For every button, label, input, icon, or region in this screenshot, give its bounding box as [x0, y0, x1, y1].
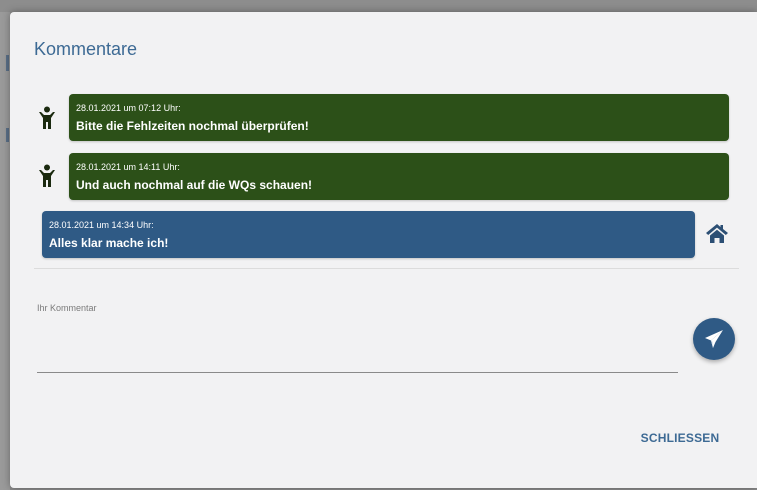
send-button[interactable] — [693, 318, 735, 360]
comment-input[interactable] — [37, 317, 678, 373]
home-icon — [705, 222, 729, 244]
message-text: Alles klar mache ich! — [49, 236, 169, 250]
person-icon — [37, 106, 57, 130]
message-timestamp: 28.01.2021 um 07:12 Uhr: — [76, 103, 181, 113]
message-timestamp: 28.01.2021 um 14:34 Uhr: — [49, 220, 154, 230]
message-text: Bitte die Fehlzeiten nochmal überprüfen! — [76, 119, 309, 133]
background-fragment — [6, 55, 9, 71]
person-icon — [37, 164, 57, 188]
paper-plane-icon — [705, 330, 723, 348]
message-text: Und auch nochmal auf die WQs schauen! — [76, 178, 313, 192]
close-button[interactable]: SCHLIESSEN — [630, 426, 730, 450]
own-message-bubble: 28.01.2021 um 14:34 Uhr: Alles klar mach… — [42, 211, 695, 258]
dialog-title: Kommentare — [34, 39, 138, 59]
message-bubble: 28.01.2021 um 14:11 Uhr: Und auch nochma… — [69, 153, 729, 200]
comment-input-label: Ihr Kommentar — [37, 303, 97, 313]
background-fragment — [6, 128, 9, 142]
message-timestamp: 28.01.2021 um 14:11 Uhr: — [76, 162, 180, 172]
background-page-edge — [0, 12, 10, 490]
message-bubble: 28.01.2021 um 07:12 Uhr: Bitte die Fehlz… — [69, 94, 729, 141]
comments-dialog: Kommentare 28.01.2021 um 07:12 Uhr: Bitt… — [10, 12, 757, 488]
divider — [34, 268, 739, 269]
